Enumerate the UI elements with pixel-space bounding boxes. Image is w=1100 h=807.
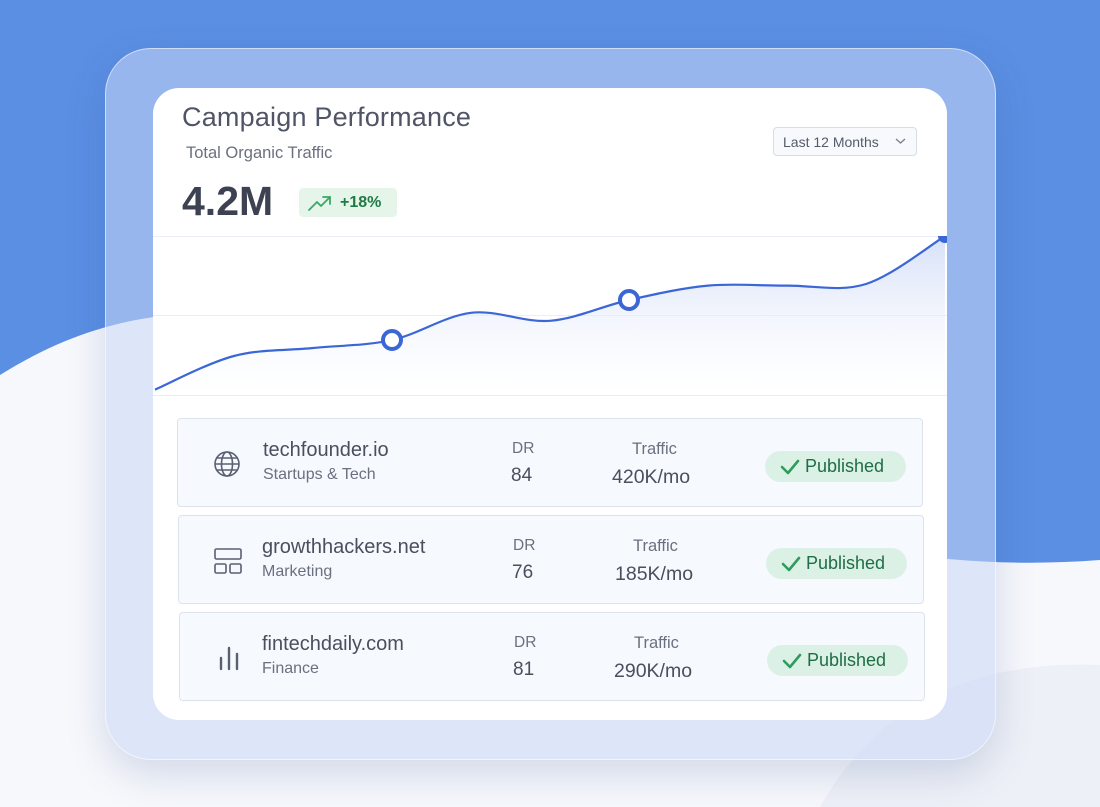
campaign-performance-card: Campaign Performance Total Organic Traff… <box>153 88 947 720</box>
status-label: Published <box>807 650 887 670</box>
traffic-value: 185K/mo <box>615 563 694 585</box>
site-name: fintechdaily.com <box>262 633 404 655</box>
data-point[interactable] <box>381 329 403 351</box>
site-category: Marketing <box>262 563 333 580</box>
site-row[interactable]: growthhackers.net Marketing DR 76 Traffi… <box>178 515 924 604</box>
status-label: Published <box>805 456 885 476</box>
traffic-value: 290K/mo <box>614 660 693 682</box>
status-badge: Published <box>766 548 907 579</box>
layout-icon <box>214 548 242 574</box>
dr-value: 76 <box>512 562 534 583</box>
dr-label: DR <box>514 634 537 651</box>
card-title: Campaign Performance <box>182 102 472 132</box>
traffic-label: Traffic <box>633 537 678 555</box>
dr-value: 84 <box>511 465 533 486</box>
site-category: Finance <box>262 660 319 677</box>
trending-up-icon <box>308 195 331 211</box>
status-badge: Published <box>765 451 906 482</box>
site-category: Startups & Tech <box>263 466 376 483</box>
growth-value: +18% <box>340 193 382 211</box>
traffic-chart <box>153 236 947 396</box>
site-row[interactable]: techfounder.io Startups & Tech DR 84 Tra… <box>177 418 923 507</box>
status-badge: Published <box>767 645 908 676</box>
dr-value: 81 <box>513 659 535 680</box>
traffic-value: 420K/mo <box>612 466 691 488</box>
check-icon <box>782 653 802 668</box>
date-range-label: Last 12 Months <box>783 133 879 150</box>
dr-label: DR <box>513 537 536 554</box>
status-label: Published <box>806 553 886 573</box>
check-icon <box>781 556 801 571</box>
data-point[interactable] <box>618 289 640 311</box>
check-icon <box>780 459 800 474</box>
date-range-select[interactable]: Last 12 Months <box>773 127 917 156</box>
total-traffic-value: 4.2M <box>182 178 274 224</box>
chevron-down-icon <box>895 138 906 144</box>
growth-badge: +18% <box>299 188 397 217</box>
traffic-label: Traffic <box>634 634 679 652</box>
site-name: growthhackers.net <box>262 536 426 558</box>
bar-chart-icon <box>219 646 239 671</box>
dr-label: DR <box>512 440 535 457</box>
site-row[interactable]: fintechdaily.com Finance DR 81 Traffic 2… <box>179 612 925 701</box>
card-subtitle: Total Organic Traffic <box>186 144 333 162</box>
traffic-label: Traffic <box>632 440 677 458</box>
site-name: techfounder.io <box>263 439 389 461</box>
globe-icon <box>214 451 240 477</box>
